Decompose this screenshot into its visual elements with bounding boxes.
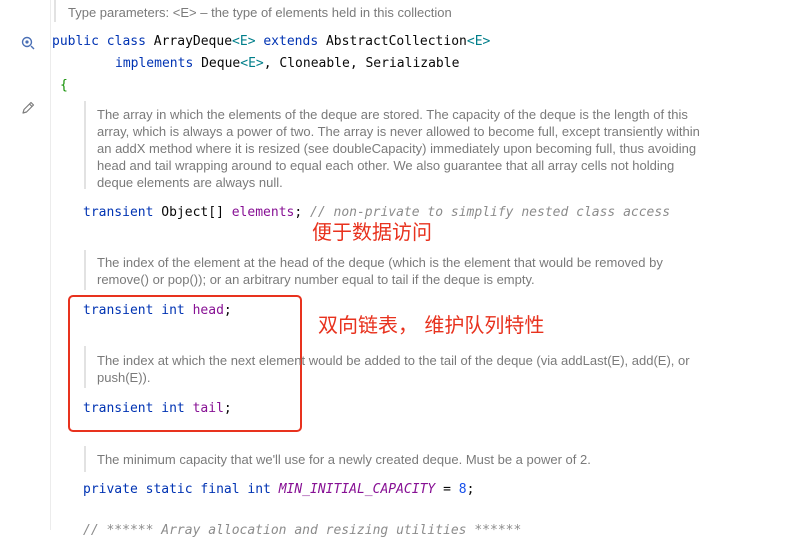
type-int: int [161, 303, 185, 318]
tail-field-line: transient int tail; [83, 398, 232, 420]
superclass-name[interactable]: AbstractCollection [326, 34, 467, 49]
field-tail[interactable]: tail [193, 401, 224, 416]
inline-comment: // non-private to simplify nested class … [310, 205, 671, 220]
keyword-static: static [145, 482, 193, 497]
generic-param: <E> [232, 34, 256, 49]
min-capacity-line: private static final int MIN_INITIAL_CAP… [83, 479, 474, 501]
edit-pencil-icon[interactable] [20, 100, 36, 116]
doc-comment-bar [54, 0, 56, 22]
class-declaration: public class ArrayDeque<E> extends Abstr… [52, 31, 490, 53]
interface-generic: <E> [240, 56, 264, 71]
annotation-linked-list: 双向链表， 维护队列特性 [318, 313, 545, 337]
keyword-transient: transient [83, 205, 154, 220]
type-int: int [161, 401, 185, 416]
field-head[interactable]: head [193, 303, 224, 318]
head-field-line: transient int head; [83, 300, 232, 322]
doc-comment-bar [84, 446, 86, 472]
semicolon: ; [466, 482, 475, 497]
keyword-transient: transient [83, 401, 154, 416]
elements-doc: The array in which the elements of the d… [97, 107, 700, 190]
keyword-private: private [83, 482, 138, 497]
min-capacity-doc: The minimum capacity that we'll use for … [97, 452, 591, 467]
gutter-divider [50, 0, 51, 530]
semicolon: ; [223, 401, 232, 416]
tail-doc: The index at which the next element woul… [97, 353, 690, 385]
keyword-class: class [106, 34, 146, 49]
field-elements[interactable]: elements [232, 205, 295, 220]
class-name[interactable]: ArrayDeque [154, 34, 232, 49]
type-params-doc: Type parameters: <E> – the type of eleme… [68, 5, 452, 20]
implements-line: implements Deque<E>, Cloneable, Serializ… [115, 53, 459, 75]
implemented-by-icon[interactable] [20, 35, 36, 51]
keyword-final: final [200, 482, 240, 497]
keyword-transient: transient [83, 303, 154, 318]
semicolon: ; [223, 303, 232, 318]
keyword-implements: implements [115, 56, 194, 71]
annotation-data-access: 便于数据访问 [312, 220, 432, 244]
head-doc: The index of the element at the head of … [97, 255, 663, 287]
keyword-extends: extends [263, 34, 319, 49]
open-brace: { [60, 78, 68, 93]
doc-comment-bar [84, 101, 86, 189]
section-comment: // ****** Array allocation and resizing … [83, 523, 522, 538]
interface-deque[interactable]: Deque [201, 56, 240, 71]
assign-operator: = [435, 482, 459, 497]
superclass-generic: <E> [466, 34, 491, 49]
constant-min-initial-capacity[interactable]: MIN_INITIAL_CAPACITY [279, 482, 436, 497]
semicolon: ; [294, 205, 303, 220]
doc-comment-bar [84, 346, 86, 388]
type-object-array[interactable]: Object[] [161, 205, 224, 220]
type-int: int [247, 482, 271, 497]
doc-comment-bar [84, 250, 86, 290]
interface-rest: , Cloneable, Serializable [263, 56, 460, 71]
number-literal: 8 [458, 482, 467, 497]
keyword-public: public [52, 34, 99, 49]
